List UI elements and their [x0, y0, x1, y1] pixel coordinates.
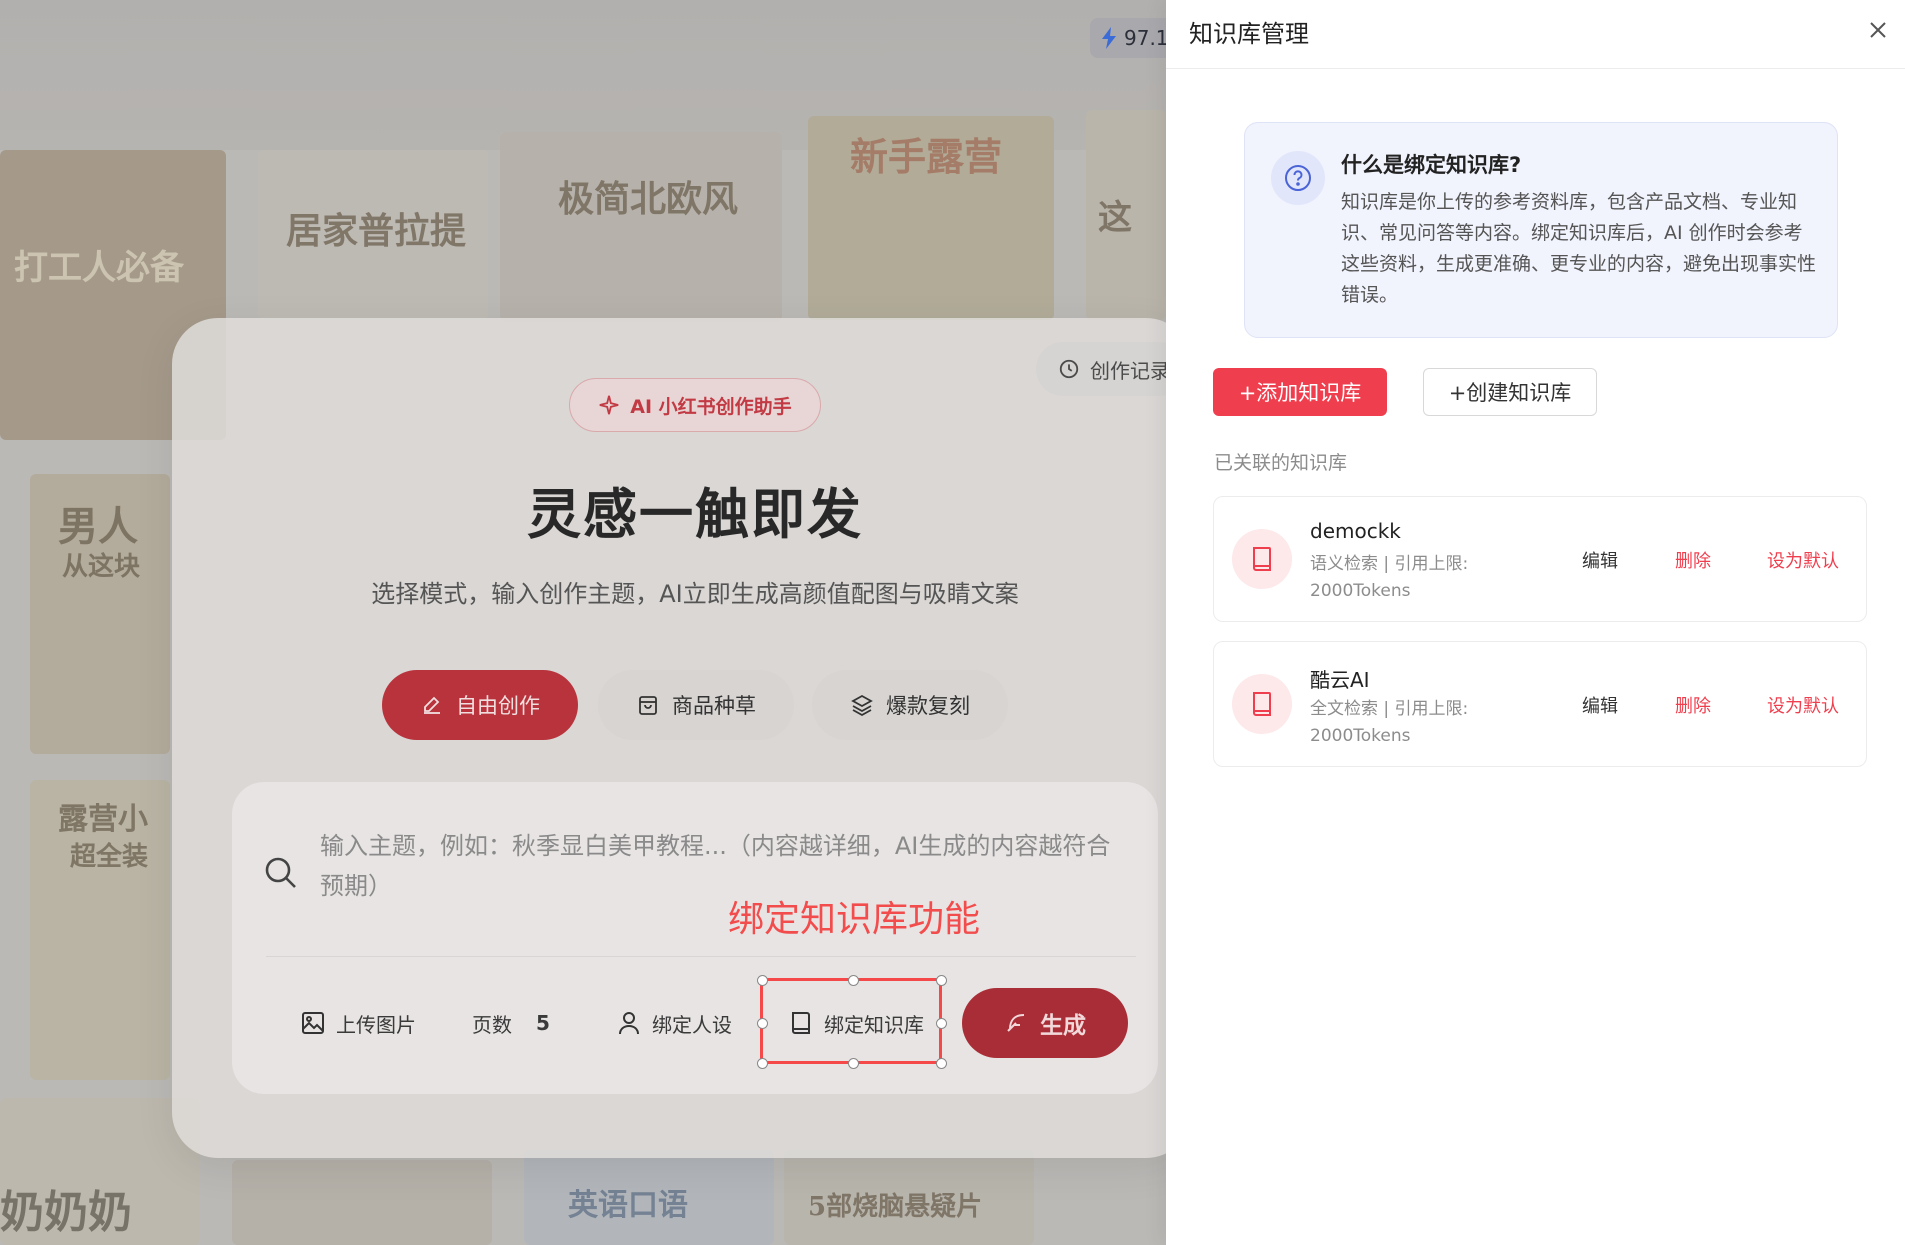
page-title: 灵感一触即发 [527, 483, 863, 546]
user-icon [619, 1012, 639, 1035]
resize-handle[interactable] [936, 975, 947, 986]
mode-viral-copy[interactable]: 爆款复刻 [812, 670, 1008, 740]
kb-meta: 全文检索 | 引用上限: 2000Tokens [1310, 699, 1469, 746]
drawer-title: 知识库管理 [1189, 20, 1309, 48]
resize-handle[interactable] [936, 1018, 947, 1029]
mode-product-seeding[interactable]: 商品种草 [598, 670, 794, 740]
resize-handle[interactable] [936, 1058, 947, 1069]
pages-label: 页数 [472, 1012, 512, 1037]
mode-copy-label: 爆款复刻 [886, 694, 970, 718]
book-icon [1253, 547, 1271, 571]
assistant-badge-label: AI 小红书创作助手 [630, 395, 792, 418]
bind-persona-button[interactable]: 绑定人设 [616, 1000, 732, 1046]
edit-button[interactable]: 编辑 [1582, 547, 1618, 573]
mode-free-creation[interactable]: 自由创作 [382, 670, 578, 740]
info-box: 什么是绑定知识库? 知识库是你上传的参考资料库，包含产品文档、专业知识、常见问答… [1244, 122, 1838, 338]
upload-image-button[interactable]: 上传图片 [300, 1000, 416, 1046]
pencil-icon [424, 696, 440, 714]
kb-meta: 语义检索 | 引用上限: 2000Tokens [1310, 554, 1469, 601]
set-default-button[interactable]: 设为默认 [1767, 692, 1839, 718]
annotation-label: 绑定知识库功能 [728, 899, 981, 940]
question-icon [1285, 165, 1311, 191]
mode-free-label: 自由创作 [456, 694, 540, 718]
kb-name: demockk [1310, 519, 1401, 543]
add-knowledge-base-button[interactable]: +添加知识库 [1213, 368, 1387, 416]
info-body: 知识库是你上传的参考资料库，包含产品文档、专业知识、常见问答等内容。绑定知识库后… [1341, 191, 1817, 306]
knowledge-base-item: 酷云AI 全文检索 | 引用上限: 2000Tokens 编辑 删除 设为默认 [1213, 641, 1867, 767]
shopping-bag-icon [639, 696, 657, 715]
lightning-icon [1102, 27, 1116, 49]
upload-label: 上传图片 [336, 1012, 416, 1037]
kb-icon-wrap [1232, 529, 1292, 589]
clock-icon [1059, 359, 1079, 379]
resize-handle[interactable] [757, 1018, 768, 1029]
generate-button[interactable]: 生成 [962, 988, 1128, 1058]
generate-label: 生成 [1040, 1013, 1086, 1039]
drawer-header: 知识库管理 [1166, 0, 1905, 69]
question-icon-wrap [1271, 151, 1325, 205]
kb-icon-wrap [1232, 674, 1292, 734]
resize-handle[interactable] [848, 1058, 859, 1069]
sparkle-icon [599, 395, 619, 415]
page-subtitle: 选择模式，输入创作主题，AI立即生成高颜值配图与吸睛文案 [371, 580, 1019, 608]
assistant-badge: AI 小红书创作助手 [569, 378, 821, 432]
history-label: 创作记录 [1090, 358, 1170, 383]
pages-value: 5 [536, 1011, 550, 1035]
knowledge-base-item: demockk 语义检索 | 引用上限: 2000Tokens 编辑 删除 设为… [1213, 496, 1867, 622]
persona-label: 绑定人设 [652, 1012, 732, 1037]
info-title: 什么是绑定知识库? [1341, 153, 1522, 177]
create-knowledge-base-button[interactable]: +创建知识库 [1423, 368, 1597, 416]
resize-handle[interactable] [757, 1058, 768, 1069]
resize-handle[interactable] [848, 975, 859, 986]
edit-button[interactable]: 编辑 [1582, 692, 1618, 718]
feather-icon [1007, 1014, 1025, 1032]
selection-highlight [757, 975, 947, 1069]
resize-handle[interactable] [757, 975, 768, 986]
credit-value: 97.1 [1124, 26, 1169, 50]
book-icon [1253, 692, 1271, 716]
topic-input[interactable]: 输入主题，例如：秋季显白美甲教程...（内容越详细，AI生成的内容越符合预期） [320, 826, 1120, 906]
close-icon[interactable] [1866, 18, 1890, 42]
mode-goods-label: 商品种草 [672, 694, 756, 718]
image-icon [302, 1012, 324, 1034]
delete-button[interactable]: 删除 [1675, 692, 1711, 718]
knowledge-base-drawer: 知识库管理 什么是绑定知识库? 知识库是你上传的参考资料库，包含产品文档、专业知… [1166, 0, 1905, 1245]
delete-button[interactable]: 删除 [1675, 547, 1711, 573]
history-button[interactable]: 创作记录 [1036, 342, 1186, 396]
page-count-selector[interactable]: 页数 5 [472, 1000, 550, 1046]
search-icon [265, 857, 296, 888]
set-default-button[interactable]: 设为默认 [1767, 547, 1839, 573]
kb-name: 酷云AI [1310, 668, 1370, 692]
layers-icon [851, 694, 873, 717]
divider [266, 956, 1136, 957]
linked-section-label: 已关联的知识库 [1214, 452, 1348, 474]
